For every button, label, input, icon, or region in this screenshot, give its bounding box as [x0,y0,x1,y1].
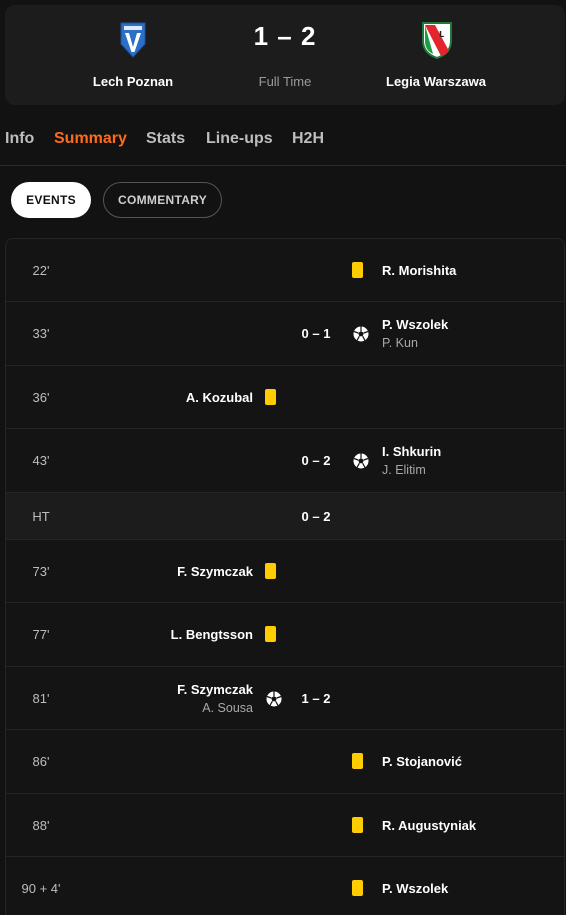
yellow-card-icon [352,817,363,833]
event-minute: 81' [32,691,50,706]
soccer-ball-icon [266,691,282,707]
tab-summary[interactable]: Summary [54,130,127,148]
event-minute: 43' [32,453,50,468]
event-score: 1 – 2 [301,691,331,706]
event-minute: 73' [32,564,50,579]
event-minute: 88' [32,818,50,833]
half-time-row: HT 0 – 2 [6,493,564,540]
event-row: 22' R. Morishita [6,239,564,302]
event-minute: 36' [32,390,50,405]
soccer-ball-icon [353,453,369,469]
soccer-ball-icon [353,326,369,342]
event-player[interactable]: F. Szymczak [106,564,253,579]
event-row: 73' F. Szymczak [6,540,564,603]
event-row: 33' 0 – 1 P. Wszolek P. Kun [6,302,564,366]
event-player[interactable]: I. Shkurin [382,444,441,459]
event-row: 43' 0 – 2 I. Shkurin J. Elitim [6,429,564,493]
match-tabs: Info Summary Stats Line-ups H2H [0,128,566,166]
event-assist[interactable]: P. Kun [382,336,418,350]
event-player[interactable]: R. Morishita [382,263,456,278]
event-minute: 90 + 4' [21,881,61,896]
event-minute: 77' [32,627,50,642]
event-player[interactable]: R. Augustyniak [382,818,476,833]
event-row: 81' F. Szymczak A. Sousa 1 – 2 [6,667,564,730]
event-player[interactable]: P. Wszolek [382,881,448,896]
yellow-card-icon [265,563,276,579]
tab-info[interactable]: Info [5,130,34,148]
yellow-card-icon [352,880,363,896]
yellow-card-icon [352,262,363,278]
half-time-score: 0 – 2 [301,509,331,524]
events-list: 22' R. Morishita 33' 0 – 1 P. Wszolek P.… [5,238,565,915]
event-row: 88' R. Augustyniak [6,794,564,857]
yellow-card-icon [265,389,276,405]
svg-text:L: L [439,30,444,39]
tab-line-ups[interactable]: Line-ups [206,130,273,148]
home-team-name[interactable]: Lech Poznan [65,74,201,89]
event-player[interactable]: P. Stojanović [382,754,462,769]
event-assist[interactable]: A. Sousa [106,701,253,715]
match-header: L 1 – 2 Lech Poznan Full Time Legia Wars… [5,5,565,105]
yellow-card-icon [265,626,276,642]
event-assist[interactable]: J. Elitim [382,463,426,477]
event-minute: 86' [32,754,50,769]
away-team-name[interactable]: Legia Warszawa [371,74,501,89]
event-minute: 33' [32,326,50,341]
event-minute: HT [32,509,50,524]
tab-h2h[interactable]: H2H [292,130,324,148]
legia-warszawa-crest-icon: L [417,19,457,61]
match-score: 1 – 2 [253,21,317,51]
event-score: 0 – 2 [301,453,331,468]
event-player[interactable]: L. Bengtsson [106,627,253,642]
event-row: 36' A. Kozubal [6,366,564,429]
event-player[interactable]: F. Szymczak [106,682,253,697]
tab-stats[interactable]: Stats [146,130,185,148]
events-toggle-button[interactable]: EVENTS [11,182,91,218]
lech-poznan-crest-icon [113,19,153,61]
commentary-toggle-button[interactable]: COMMENTARY [103,182,222,218]
match-status: Full Time [258,74,312,89]
event-row: 77' L. Bengtsson [6,603,564,667]
event-row: 90 + 4' P. Wszolek [6,857,564,915]
yellow-card-icon [352,753,363,769]
event-row: 86' P. Stojanović [6,730,564,794]
event-score: 0 – 1 [301,326,331,341]
event-player[interactable]: A. Kozubal [106,390,253,405]
event-minute: 22' [32,263,50,278]
event-player[interactable]: P. Wszolek [382,317,448,332]
